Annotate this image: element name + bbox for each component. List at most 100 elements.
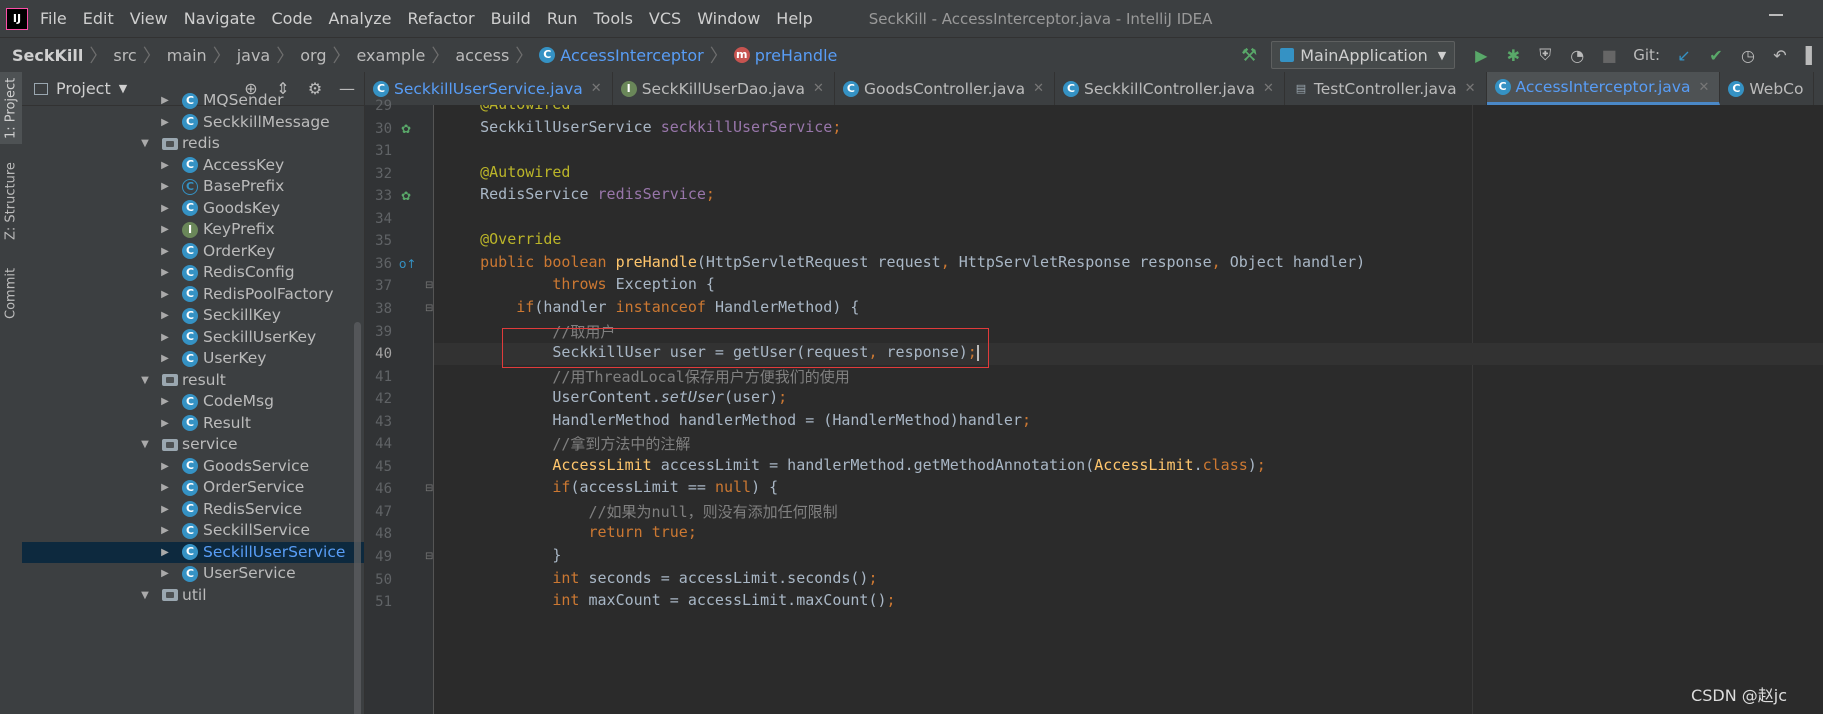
code-line[interactable]: return true;: [444, 523, 697, 545]
spring-bean-icon[interactable]: ✿: [401, 189, 411, 203]
close-icon[interactable]: ✕: [1465, 81, 1476, 96]
tree-item[interactable]: ▶ C SeckillUserService: [22, 541, 364, 563]
code-line[interactable]: if(accessLimit == null) {: [444, 478, 778, 500]
collapse-arrow-icon[interactable]: ▶: [160, 176, 170, 198]
tree-item[interactable]: ▶ C GoodsService: [22, 456, 364, 478]
code-line[interactable]: int seconds = accessLimit.seconds();: [444, 569, 877, 591]
fold-icon[interactable]: ⊟: [425, 483, 433, 494]
collapse-arrow-icon[interactable]: ▶: [160, 456, 170, 478]
expand-arrow-icon[interactable]: ▼: [140, 434, 150, 456]
code-line[interactable]: SeckkillUserService seckkillUserService;: [444, 118, 841, 140]
override-icon[interactable]: o↑: [399, 257, 416, 271]
fold-icon[interactable]: ⊟: [425, 280, 433, 291]
code-line[interactable]: }: [444, 546, 561, 568]
editor-tab[interactable]: C SeckkillUserService.java ✕: [365, 72, 613, 105]
breadcrumb-item[interactable]: access: [455, 46, 509, 65]
tree-item[interactable]: ▶ C BasePrefix: [22, 176, 364, 198]
rollback-icon[interactable]: ↶: [1769, 44, 1791, 66]
code-line[interactable]: @Override: [444, 230, 561, 252]
stop-icon[interactable]: ■: [1598, 44, 1620, 66]
collapse-arrow-icon[interactable]: ▶: [160, 284, 170, 306]
tree-item[interactable]: ▶ C CodeMsg: [22, 391, 364, 413]
collapse-arrow-icon[interactable]: ▶: [160, 563, 170, 585]
editor-tab[interactable]: C WebCo: [1720, 72, 1815, 105]
menu-run[interactable]: Run: [547, 9, 578, 28]
breadcrumb-item[interactable]: m preHandle: [733, 46, 837, 65]
close-icon[interactable]: ✕: [1263, 81, 1274, 96]
code-editor[interactable]: @Autowired SeckkillUserService seckkillU…: [434, 105, 1823, 714]
tree-item[interactable]: ▶ C SeckillService: [22, 520, 364, 542]
breadcrumb-item[interactable]: example: [356, 46, 425, 65]
minimize-icon[interactable]: [1769, 14, 1783, 16]
menu-edit[interactable]: Edit: [83, 9, 114, 28]
breadcrumb-item[interactable]: src: [113, 46, 136, 65]
collapse-arrow-icon[interactable]: ▶: [160, 305, 170, 327]
history-icon[interactable]: ◷: [1737, 44, 1759, 66]
menu-view[interactable]: View: [130, 9, 168, 28]
code-line[interactable]: //拿到方法中的注解: [444, 433, 690, 455]
project-scrollbar[interactable]: [354, 322, 361, 714]
fold-icon[interactable]: ⊟: [425, 551, 433, 562]
collapse-arrow-icon[interactable]: ▶: [160, 219, 170, 241]
collapse-arrow-icon[interactable]: ▶: [160, 413, 170, 435]
collapse-arrow-icon[interactable]: ▶: [160, 198, 170, 220]
collapse-arrow-icon[interactable]: ▶: [160, 241, 170, 263]
collapse-arrow-icon[interactable]: ▶: [160, 520, 170, 542]
tree-item[interactable]: ▶ C Result: [22, 413, 364, 435]
collapse-arrow-icon[interactable]: ▶: [160, 155, 170, 177]
collapse-arrow-icon[interactable]: ▶: [160, 90, 170, 112]
fold-icon[interactable]: ⊟: [425, 303, 433, 314]
collapse-arrow-icon[interactable]: ▶: [160, 477, 170, 499]
collapse-arrow-icon[interactable]: ▶: [160, 112, 170, 134]
expand-arrow-icon[interactable]: ▼: [140, 133, 150, 155]
code-line[interactable]: @Autowired: [444, 163, 570, 185]
collapse-arrow-icon[interactable]: ▶: [160, 391, 170, 413]
menu-analyze[interactable]: Analyze: [328, 9, 391, 28]
tree-item[interactable]: ▶ I KeyPrefix: [22, 219, 364, 241]
tree-item[interactable]: ▶ C GoodsKey: [22, 198, 364, 220]
menu-vcs[interactable]: VCS: [649, 9, 681, 28]
code-line[interactable]: HandlerMethod handlerMethod = (HandlerMe…: [444, 411, 1031, 433]
tree-item[interactable]: ▶ C SeckillKey: [22, 305, 364, 327]
debug-icon[interactable]: ✱: [1502, 44, 1524, 66]
code-line[interactable]: UserContent.setUser(user);: [444, 388, 787, 410]
spring-bean-icon[interactable]: ✿: [401, 122, 411, 136]
tree-item[interactable]: ▶ C SeckillUserKey: [22, 327, 364, 349]
close-icon[interactable]: ✕: [813, 81, 824, 96]
project-tool-tab[interactable]: 1: Project: [0, 72, 22, 144]
tree-item[interactable]: ▼ util: [22, 585, 364, 607]
tree-item[interactable]: ▼ redis: [22, 133, 364, 155]
breadcrumb-item[interactable]: SeckKill: [12, 46, 83, 65]
menu-navigate[interactable]: Navigate: [184, 9, 256, 28]
close-icon[interactable]: ✕: [591, 81, 602, 96]
menu-code[interactable]: Code: [272, 9, 313, 28]
menu-file[interactable]: File: [40, 9, 67, 28]
editor-tab[interactable]: C GoodsController.java ✕: [835, 72, 1055, 105]
git-update-icon[interactable]: ↙: [1673, 44, 1695, 66]
expand-arrow-icon[interactable]: ▼: [140, 585, 150, 607]
collapse-arrow-icon[interactable]: ▶: [160, 262, 170, 284]
menu-tools[interactable]: Tools: [594, 9, 633, 28]
build-hammer-icon[interactable]: ⚒: [1239, 45, 1259, 66]
code-line[interactable]: if(handler instanceof HandlerMethod) {: [444, 298, 859, 320]
run-icon[interactable]: ▶: [1470, 44, 1492, 66]
tree-item[interactable]: ▼ service: [22, 434, 364, 456]
code-line[interactable]: RedisService redisService;: [444, 185, 715, 207]
editor-tab[interactable]: C AccessInterceptor.java ✕: [1486, 72, 1721, 105]
tree-item[interactable]: ▶ C UserService: [22, 563, 364, 585]
menu-help[interactable]: Help: [776, 9, 812, 28]
breadcrumb-item[interactable]: main: [167, 46, 207, 65]
code-line[interactable]: @Autowired: [444, 105, 570, 117]
tree-item[interactable]: ▶ C OrderKey: [22, 241, 364, 263]
breadcrumb-item[interactable]: java: [237, 46, 271, 65]
editor-tab[interactable]: I SeckKillUserDao.java ✕: [613, 72, 835, 105]
breadcrumb-item[interactable]: C AccessInterceptor: [539, 46, 704, 65]
code-line[interactable]: //如果为null，则没有添加任何限制: [444, 501, 838, 523]
editor-tab[interactable]: ▤ TestController.java ✕: [1285, 72, 1487, 105]
menu-window[interactable]: Window: [697, 9, 760, 28]
collapse-arrow-icon[interactable]: ▶: [160, 348, 170, 370]
collapse-arrow-icon[interactable]: ▶: [160, 327, 170, 349]
tree-item[interactable]: ▼ result: [22, 370, 364, 392]
collapse-arrow-icon[interactable]: ▶: [160, 499, 170, 521]
tree-item[interactable]: ▶ C SeckkillMessage: [22, 112, 364, 134]
